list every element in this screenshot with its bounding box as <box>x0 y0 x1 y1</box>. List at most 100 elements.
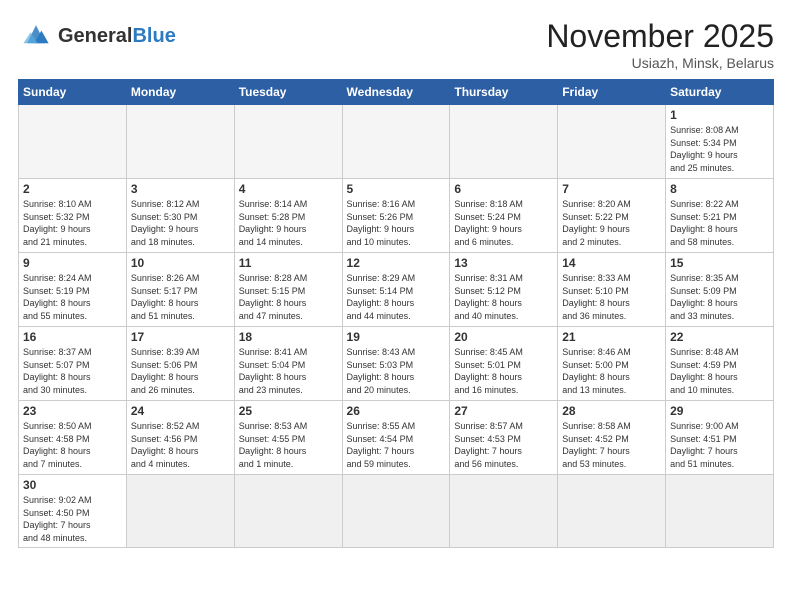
day-header-saturday: Saturday <box>666 80 774 105</box>
day-number: 3 <box>131 182 230 196</box>
page: GeneralBlue November 2025 Usiazh, Minsk,… <box>0 0 792 612</box>
logo-general: General <box>58 25 132 47</box>
calendar-cell <box>342 475 450 548</box>
month-title: November 2025 <box>546 18 774 55</box>
calendar-cell: 16Sunrise: 8:37 AM Sunset: 5:07 PM Dayli… <box>19 327 127 401</box>
calendar-cell <box>450 105 558 179</box>
day-number: 16 <box>23 330 122 344</box>
day-header-monday: Monday <box>126 80 234 105</box>
day-info: Sunrise: 8:52 AM Sunset: 4:56 PM Dayligh… <box>131 420 230 470</box>
day-info: Sunrise: 8:29 AM Sunset: 5:14 PM Dayligh… <box>347 272 446 322</box>
day-info: Sunrise: 8:35 AM Sunset: 5:09 PM Dayligh… <box>670 272 769 322</box>
calendar-cell: 29Sunrise: 9:00 AM Sunset: 4:51 PM Dayli… <box>666 401 774 475</box>
day-number: 26 <box>347 404 446 418</box>
day-header-tuesday: Tuesday <box>234 80 342 105</box>
day-header-friday: Friday <box>558 80 666 105</box>
day-number: 12 <box>347 256 446 270</box>
day-number: 1 <box>670 108 769 122</box>
day-info: Sunrise: 8:39 AM Sunset: 5:06 PM Dayligh… <box>131 346 230 396</box>
calendar-cell: 1 Sunrise: 8:08 AM Sunset: 5:34 PM Daylig… <box>666 105 774 179</box>
calendar-week-6: 30Sunrise: 9:02 AM Sunset: 4:50 PM Dayli… <box>19 475 774 548</box>
day-header-thursday: Thursday <box>450 80 558 105</box>
day-info: Sunrise: 8:53 AM Sunset: 4:55 PM Dayligh… <box>239 420 338 470</box>
day-number: 14 <box>562 256 661 270</box>
day-info: Sunrise: 8:14 AM Sunset: 5:28 PM Dayligh… <box>239 198 338 248</box>
calendar-cell <box>666 475 774 548</box>
day-number: 9 <box>23 256 122 270</box>
day-number: 23 <box>23 404 122 418</box>
location: Usiazh, Minsk, Belarus <box>546 55 774 71</box>
calendar-cell: 7Sunrise: 8:20 AM Sunset: 5:22 PM Daylig… <box>558 179 666 253</box>
day-number: 13 <box>454 256 553 270</box>
day-info: Sunrise: 8:50 AM Sunset: 4:58 PM Dayligh… <box>23 420 122 470</box>
day-number: 19 <box>347 330 446 344</box>
calendar-cell: 13 Sunrise: 8:31 AM Sunset: 5:12 PM Dayli… <box>450 253 558 327</box>
day-number: 17 <box>131 330 230 344</box>
day-info: Sunrise: 8:33 AM Sunset: 5:10 PM Dayligh… <box>562 272 661 322</box>
day-info: Sunrise: 8:45 AM Sunset: 5:01 PM Dayligh… <box>454 346 553 396</box>
calendar-cell <box>126 475 234 548</box>
calendar-cell <box>234 475 342 548</box>
title-block: November 2025 Usiazh, Minsk, Belarus <box>546 18 774 71</box>
logo-icon <box>18 18 54 54</box>
calendar-cell <box>342 105 450 179</box>
day-info: Sunrise: 8:48 AM Sunset: 4:59 PM Dayligh… <box>670 346 769 396</box>
calendar-cell: 11 Sunrise: 8:28 AM Sunset: 5:15 PM Dayli… <box>234 253 342 327</box>
day-header-wednesday: Wednesday <box>342 80 450 105</box>
day-info: Sunrise: 8:26 AM Sunset: 5:17 PM Dayligh… <box>131 272 230 322</box>
day-info: Sunrise: 9:02 AM Sunset: 4:50 PM Dayligh… <box>23 494 122 544</box>
calendar-cell <box>19 105 127 179</box>
day-number: 25 <box>239 404 338 418</box>
calendar-cell: 6Sunrise: 8:18 AM Sunset: 5:24 PM Daylig… <box>450 179 558 253</box>
calendar-cell: 18 Sunrise: 8:41 AM Sunset: 5:04 PM Dayli… <box>234 327 342 401</box>
day-number: 5 <box>347 182 446 196</box>
day-header-sunday: Sunday <box>19 80 127 105</box>
day-info: Sunrise: 8:18 AM Sunset: 5:24 PM Dayligh… <box>454 198 553 248</box>
calendar-week-4: 16Sunrise: 8:37 AM Sunset: 5:07 PM Dayli… <box>19 327 774 401</box>
calendar-cell: 30Sunrise: 9:02 AM Sunset: 4:50 PM Dayli… <box>19 475 127 548</box>
calendar: SundayMondayTuesdayWednesdayThursdayFrid… <box>18 79 774 548</box>
calendar-cell: 19Sunrise: 8:43 AM Sunset: 5:03 PM Dayli… <box>342 327 450 401</box>
day-info: Sunrise: 8:08 AM Sunset: 5:34 PM Dayligh… <box>670 124 769 174</box>
calendar-cell <box>126 105 234 179</box>
calendar-cell: 3Sunrise: 8:12 AM Sunset: 5:30 PM Daylig… <box>126 179 234 253</box>
calendar-week-5: 23 Sunrise: 8:50 AM Sunset: 4:58 PM Dayli… <box>19 401 774 475</box>
calendar-week-1: 1 Sunrise: 8:08 AM Sunset: 5:34 PM Daylig… <box>19 105 774 179</box>
calendar-cell: 17 Sunrise: 8:39 AM Sunset: 5:06 PM Dayli… <box>126 327 234 401</box>
day-number: 18 <box>239 330 338 344</box>
calendar-cell <box>234 105 342 179</box>
day-info: Sunrise: 8:58 AM Sunset: 4:52 PM Dayligh… <box>562 420 661 470</box>
logo: GeneralBlue <box>18 18 176 54</box>
calendar-cell <box>558 475 666 548</box>
header: GeneralBlue November 2025 Usiazh, Minsk,… <box>18 18 774 71</box>
calendar-cell: 21Sunrise: 8:46 AM Sunset: 5:00 PM Dayli… <box>558 327 666 401</box>
day-info: Sunrise: 8:22 AM Sunset: 5:21 PM Dayligh… <box>670 198 769 248</box>
day-info: Sunrise: 8:41 AM Sunset: 5:04 PM Dayligh… <box>239 346 338 396</box>
calendar-cell: 23 Sunrise: 8:50 AM Sunset: 4:58 PM Dayli… <box>19 401 127 475</box>
logo-blue: Blue <box>132 25 175 47</box>
day-info: Sunrise: 8:28 AM Sunset: 5:15 PM Dayligh… <box>239 272 338 322</box>
day-info: Sunrise: 8:24 AM Sunset: 5:19 PM Dayligh… <box>23 272 122 322</box>
day-info: Sunrise: 8:10 AM Sunset: 5:32 PM Dayligh… <box>23 198 122 248</box>
day-number: 4 <box>239 182 338 196</box>
day-number: 2 <box>23 182 122 196</box>
calendar-cell: 5Sunrise: 8:16 AM Sunset: 5:26 PM Daylig… <box>342 179 450 253</box>
calendar-cell: 9 Sunrise: 8:24 AM Sunset: 5:19 PM Daylig… <box>19 253 127 327</box>
calendar-cell: 20Sunrise: 8:45 AM Sunset: 5:01 PM Dayli… <box>450 327 558 401</box>
calendar-cell: 24Sunrise: 8:52 AM Sunset: 4:56 PM Dayli… <box>126 401 234 475</box>
calendar-cell: 22 Sunrise: 8:48 AM Sunset: 4:59 PM Dayli… <box>666 327 774 401</box>
calendar-cell: 10Sunrise: 8:26 AM Sunset: 5:17 PM Dayli… <box>126 253 234 327</box>
day-info: Sunrise: 8:46 AM Sunset: 5:00 PM Dayligh… <box>562 346 661 396</box>
day-number: 22 <box>670 330 769 344</box>
day-number: 28 <box>562 404 661 418</box>
calendar-cell: 4 Sunrise: 8:14 AM Sunset: 5:28 PM Daylig… <box>234 179 342 253</box>
calendar-cell: 2 Sunrise: 8:10 AM Sunset: 5:32 PM Daylig… <box>19 179 127 253</box>
calendar-cell: 8Sunrise: 8:22 AM Sunset: 5:21 PM Daylig… <box>666 179 774 253</box>
day-number: 27 <box>454 404 553 418</box>
calendar-cell: 26Sunrise: 8:55 AM Sunset: 4:54 PM Dayli… <box>342 401 450 475</box>
day-number: 11 <box>239 256 338 270</box>
logo-text: GeneralBlue <box>58 26 176 46</box>
calendar-cell: 12 Sunrise: 8:29 AM Sunset: 5:14 PM Dayli… <box>342 253 450 327</box>
day-info: Sunrise: 8:31 AM Sunset: 5:12 PM Dayligh… <box>454 272 553 322</box>
day-info: Sunrise: 8:57 AM Sunset: 4:53 PM Dayligh… <box>454 420 553 470</box>
